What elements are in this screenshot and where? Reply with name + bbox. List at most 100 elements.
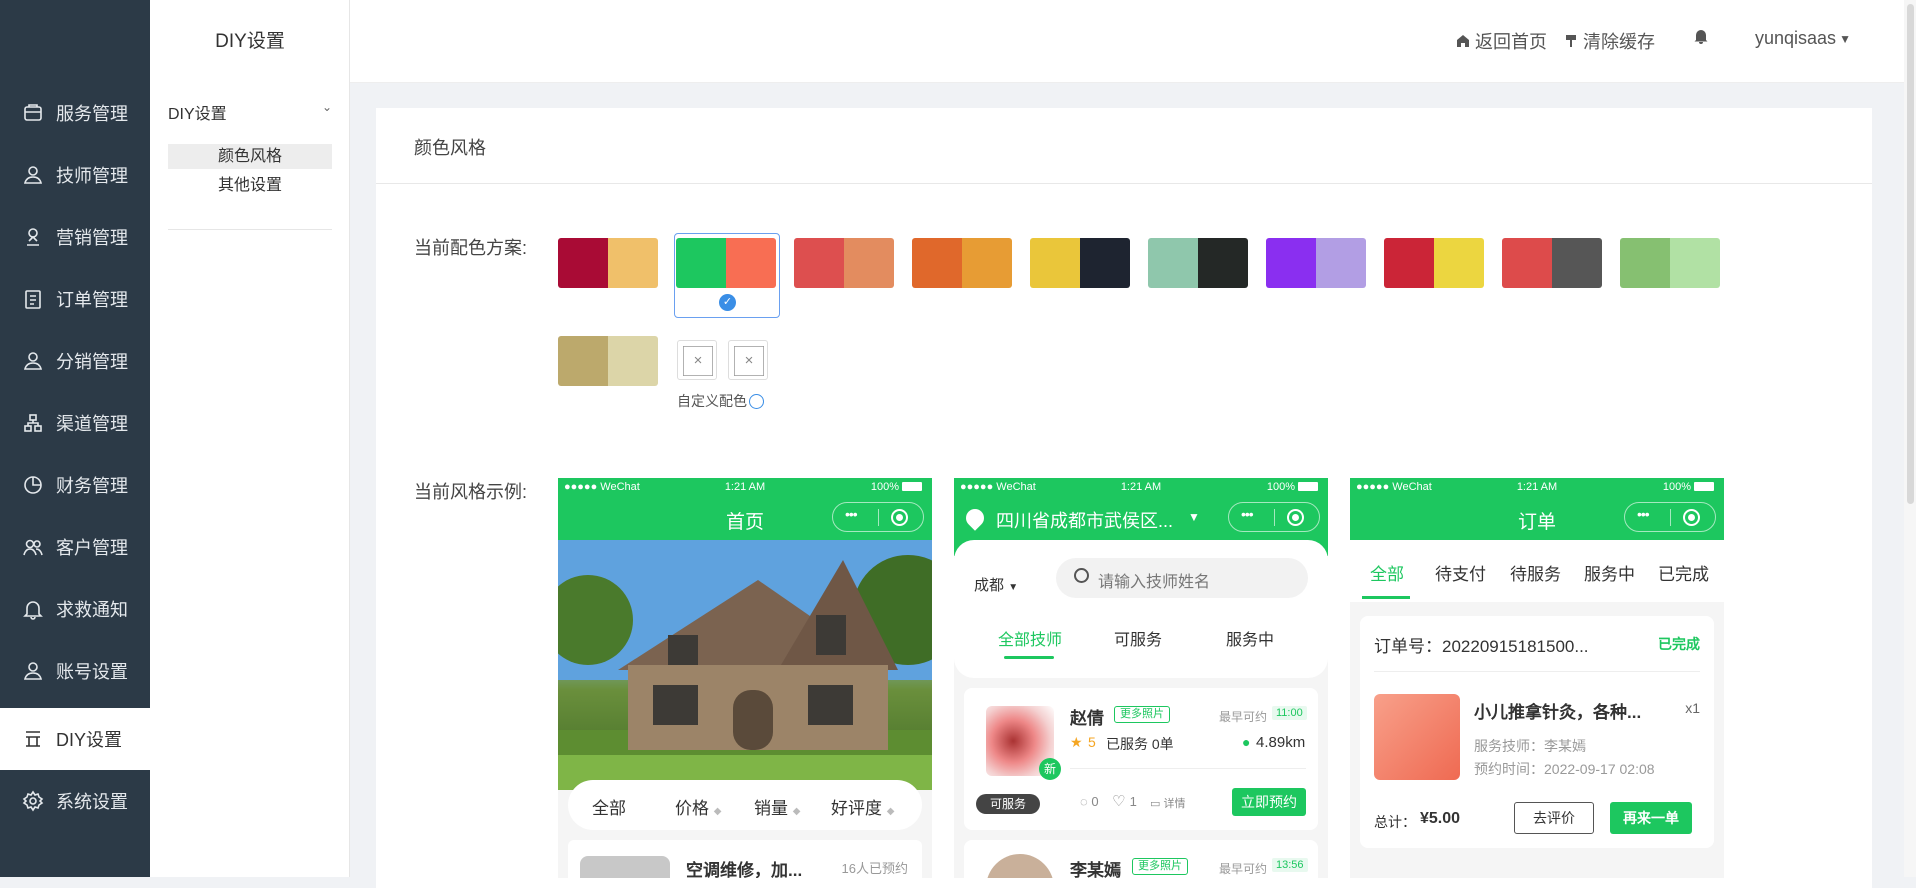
swatch-color bbox=[1080, 238, 1130, 288]
review-button[interactable]: 去评价 bbox=[1514, 802, 1594, 834]
scrollbar-thumb[interactable] bbox=[1907, 4, 1914, 504]
swatch-color bbox=[1030, 238, 1080, 288]
battery-icon bbox=[1298, 482, 1318, 491]
more-photos-tag[interactable]: 更多照片 bbox=[1114, 706, 1170, 723]
sidebar-item-sos[interactable]: 求救通知 bbox=[0, 578, 150, 640]
notification-button[interactable] bbox=[1693, 28, 1713, 44]
color-scheme-swatch[interactable] bbox=[1030, 238, 1130, 288]
menu-capsule[interactable]: ••• bbox=[1228, 502, 1320, 532]
sidebar-item-label: 分销管理 bbox=[56, 352, 128, 372]
technician-card[interactable]: 新 赵倩 更多照片 最早可约 11:00 ★ 5 已服务 0单 ● 4.89km… bbox=[964, 688, 1318, 830]
sidebar-item-technician[interactable]: 技师管理 bbox=[0, 144, 150, 206]
swatch-color bbox=[1502, 238, 1552, 288]
tab-pending-service[interactable]: 待服务 bbox=[1510, 560, 1561, 585]
phone-preview-orders: ●●●●● WeChat 1:21 AM 100% 订单 ••• 全部 待支付 … bbox=[1350, 478, 1724, 878]
bell-icon bbox=[1694, 30, 1708, 44]
radio-icon bbox=[749, 393, 764, 409]
like-count[interactable]: ♡ 1 bbox=[1112, 792, 1137, 810]
username: yunqisaas bbox=[1755, 28, 1837, 48]
more-icon: ••• bbox=[1637, 506, 1650, 522]
filter-price[interactable]: 价格 ◆ bbox=[675, 794, 721, 819]
tab-pending-payment[interactable]: 待支付 bbox=[1435, 560, 1486, 585]
color-scheme-swatch[interactable] bbox=[1502, 238, 1602, 288]
swatch-color bbox=[1266, 238, 1316, 288]
tab-in-service[interactable]: 服务中 bbox=[1226, 626, 1274, 650]
user-menu[interactable]: yunqisaas ▼ bbox=[1755, 28, 1851, 49]
custom-color-option[interactable]: 自定义配色 bbox=[677, 391, 764, 411]
book-now-button[interactable]: 立即预约 bbox=[1232, 788, 1306, 816]
color-scheme-swatch[interactable] bbox=[1620, 238, 1720, 288]
tab-all[interactable]: 全部 bbox=[1370, 560, 1404, 585]
sidebar-item-distribution[interactable]: 分销管理 bbox=[0, 330, 150, 392]
filter-sales[interactable]: 销量 ◆ bbox=[754, 794, 800, 819]
sidebar-item-finance[interactable]: 财务管理 bbox=[0, 454, 150, 516]
distance: 4.89km bbox=[1256, 734, 1306, 751]
tab-available[interactable]: 可服务 bbox=[1114, 626, 1162, 650]
house-illustration bbox=[558, 540, 932, 790]
reorder-button[interactable]: 再来一单 bbox=[1610, 802, 1692, 834]
search-input[interactable]: 请输入技师姓名 bbox=[1056, 558, 1308, 598]
divider bbox=[168, 229, 332, 230]
detail-link[interactable]: ▭ 详情 bbox=[1150, 795, 1185, 811]
color-scheme-swatch[interactable] bbox=[1148, 238, 1248, 288]
bell-icon bbox=[23, 601, 43, 620]
sidebar-item-diy[interactable]: DIY设置 bbox=[0, 708, 150, 770]
nav-bar: 首页 ••• bbox=[558, 496, 932, 540]
detail-label: 详情 bbox=[1163, 798, 1186, 810]
tab-completed[interactable]: 已完成 bbox=[1658, 560, 1709, 585]
subnav-item-color[interactable]: 颜色风格 bbox=[168, 144, 332, 169]
color-scheme-swatch[interactable] bbox=[794, 238, 894, 288]
more-photos-tag[interactable]: 更多照片 bbox=[1132, 858, 1188, 875]
comment-count: ◌ 0 bbox=[1080, 794, 1099, 809]
search-placeholder: 请输入技师姓名 bbox=[1098, 574, 1211, 591]
scheme-label: 当前配色方案: bbox=[414, 238, 528, 258]
color-scheme-swatch[interactable] bbox=[912, 238, 1012, 288]
menu-capsule[interactable]: ••• bbox=[832, 502, 924, 532]
subnav-group[interactable]: DIY设置 ⌄ bbox=[168, 100, 332, 124]
booking-time: 预约时间：2022-09-17 02:08 bbox=[1474, 761, 1655, 777]
swatch-color bbox=[962, 238, 1012, 288]
tab-in-service[interactable]: 服务中 bbox=[1584, 560, 1635, 585]
product-thumb bbox=[580, 856, 670, 878]
location-text[interactable]: 四川省成都市武侯区... bbox=[996, 507, 1173, 533]
service-technician: 服务技师：李某嫣 bbox=[1474, 738, 1586, 754]
sidebar-item-account[interactable]: 账号设置 bbox=[0, 640, 150, 702]
tab-underline bbox=[1362, 596, 1410, 599]
order-card[interactable]: 订单号：20220915181500... 已完成 小儿推拿针灸，各种... x… bbox=[1360, 616, 1714, 848]
color-scheme-swatch[interactable] bbox=[558, 336, 658, 386]
clear-cache-link[interactable]: 清除缓存 bbox=[1563, 28, 1655, 54]
swatch-color bbox=[1620, 238, 1670, 288]
sidebar-item-customer[interactable]: 客户管理 bbox=[0, 516, 150, 578]
filter-rating[interactable]: 好评度 ◆ bbox=[831, 794, 894, 819]
color-scheme-swatch[interactable] bbox=[1384, 238, 1484, 288]
menu-capsule[interactable]: ••• bbox=[1624, 502, 1716, 532]
sidebar-item-label: 渠道管理 bbox=[56, 414, 128, 434]
sidebar-item-order[interactable]: 订单管理 bbox=[0, 268, 150, 330]
battery: 100% bbox=[1267, 481, 1318, 493]
product-card[interactable]: 空调维修，加... 16人已预约 bbox=[568, 840, 922, 878]
subnav-item-other[interactable]: 其他设置 bbox=[168, 173, 332, 198]
color-scheme-swatch[interactable] bbox=[558, 238, 658, 288]
earliest-time: 13:56 bbox=[1272, 858, 1308, 872]
home-link-label: 返回首页 bbox=[1475, 32, 1547, 52]
star-icon: ★ bbox=[1070, 734, 1083, 750]
sidebar-item-system[interactable]: 系统设置 bbox=[0, 770, 150, 832]
custom-color-primary[interactable] bbox=[677, 340, 717, 380]
custom-color-secondary[interactable] bbox=[728, 340, 768, 380]
city-selector[interactable]: 成都 ▼ bbox=[974, 574, 1018, 595]
sidebar-item-channel[interactable]: 渠道管理 bbox=[0, 392, 150, 454]
sidebar-item-label: 营销管理 bbox=[56, 228, 128, 248]
technician-name: 赵倩 bbox=[1070, 709, 1104, 728]
sub-navigation: DIY设置 DIY设置 ⌄ 颜色风格 其他设置 bbox=[150, 0, 350, 877]
home-link[interactable]: 返回首页 bbox=[1455, 28, 1547, 54]
tab-all-technicians[interactable]: 全部技师 bbox=[998, 626, 1062, 650]
filter-all[interactable]: 全部 bbox=[592, 794, 626, 819]
sidebar-item-marketing[interactable]: 营销管理 bbox=[0, 206, 150, 268]
sidebar-item-label: 系统设置 bbox=[56, 792, 128, 812]
sidebar-item-service[interactable]: 服务管理 bbox=[0, 82, 150, 144]
color-scheme-swatch[interactable] bbox=[1266, 238, 1366, 288]
comment-value: 0 bbox=[1091, 794, 1099, 809]
technician-card[interactable]: 李某嫣 更多照片 最早可约 13:56 bbox=[964, 840, 1318, 878]
check-icon: ✓ bbox=[719, 294, 736, 311]
page-scrollbar[interactable] bbox=[1904, 0, 1916, 877]
